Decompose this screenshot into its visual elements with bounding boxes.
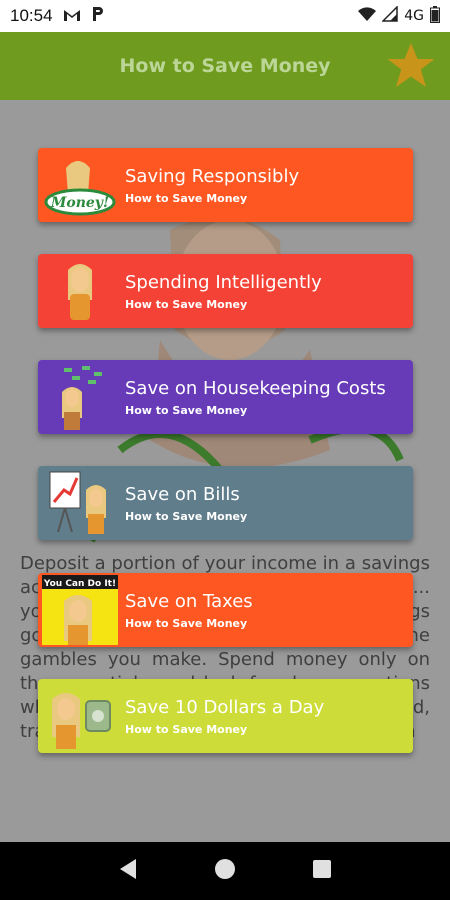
card-title: Save on Bills bbox=[125, 483, 240, 505]
star-icon[interactable] bbox=[386, 41, 436, 91]
card-thumbnail bbox=[42, 362, 118, 432]
card-subtitle: How to Save Money bbox=[125, 297, 248, 311]
card-title: Saving Responsibly bbox=[125, 165, 300, 187]
home-icon[interactable] bbox=[214, 858, 236, 884]
back-icon[interactable] bbox=[118, 858, 138, 884]
card-spending-intelligently[interactable]: Spending Intelligently How to Save Money bbox=[38, 254, 413, 328]
card-subtitle: How to Save Money bbox=[125, 509, 248, 523]
thumb-you-can-do-it: You Can Do It! bbox=[43, 579, 116, 589]
gmail-icon bbox=[63, 7, 81, 26]
card-subtitle: How to Save Money bbox=[125, 722, 248, 736]
card-save-taxes[interactable]: You Can Do It! Save on Taxes How to Save… bbox=[38, 573, 413, 647]
card-saving-responsibly[interactable]: Money! Saving Responsibly How to Save Mo… bbox=[38, 148, 413, 222]
card-title: Save 10 Dollars a Day bbox=[125, 696, 325, 718]
paypal-icon bbox=[91, 6, 105, 26]
card-title: Save on Housekeeping Costs bbox=[125, 377, 386, 399]
card-save-10-dollars[interactable]: Save 10 Dollars a Day How to Save Money bbox=[38, 679, 413, 753]
card-thumbnail: Money! bbox=[42, 150, 118, 220]
card-title: Spending Intelligently bbox=[125, 271, 322, 293]
wifi-icon bbox=[358, 7, 377, 25]
card-subtitle: How to Save Money bbox=[125, 191, 248, 205]
app-bar: How to Save Money bbox=[0, 32, 450, 100]
battery-icon bbox=[430, 5, 440, 27]
card-subtitle: How to Save Money bbox=[125, 403, 248, 417]
card-save-housekeeping[interactable]: Save on Housekeeping Costs How to Save M… bbox=[38, 360, 413, 434]
thumb-money-label: Money! bbox=[50, 195, 109, 211]
recents-icon[interactable] bbox=[312, 859, 332, 883]
card-title: Save on Taxes bbox=[125, 590, 253, 612]
card-subtitle: How to Save Money bbox=[125, 616, 248, 630]
network-label: 4G bbox=[404, 8, 424, 24]
card-save-bills[interactable]: Save on Bills How to Save Money bbox=[38, 466, 413, 540]
card-thumbnail bbox=[42, 681, 118, 751]
system-nav-bar bbox=[0, 842, 450, 900]
card-thumbnail bbox=[42, 468, 118, 538]
status-bar: 10:54 4G bbox=[0, 0, 450, 32]
card-thumbnail bbox=[42, 256, 118, 326]
signal-icon bbox=[381, 5, 398, 26]
app-title: How to Save Money bbox=[119, 55, 331, 77]
status-time: 10:54 bbox=[10, 6, 53, 25]
card-thumbnail: You Can Do It! bbox=[42, 575, 118, 645]
